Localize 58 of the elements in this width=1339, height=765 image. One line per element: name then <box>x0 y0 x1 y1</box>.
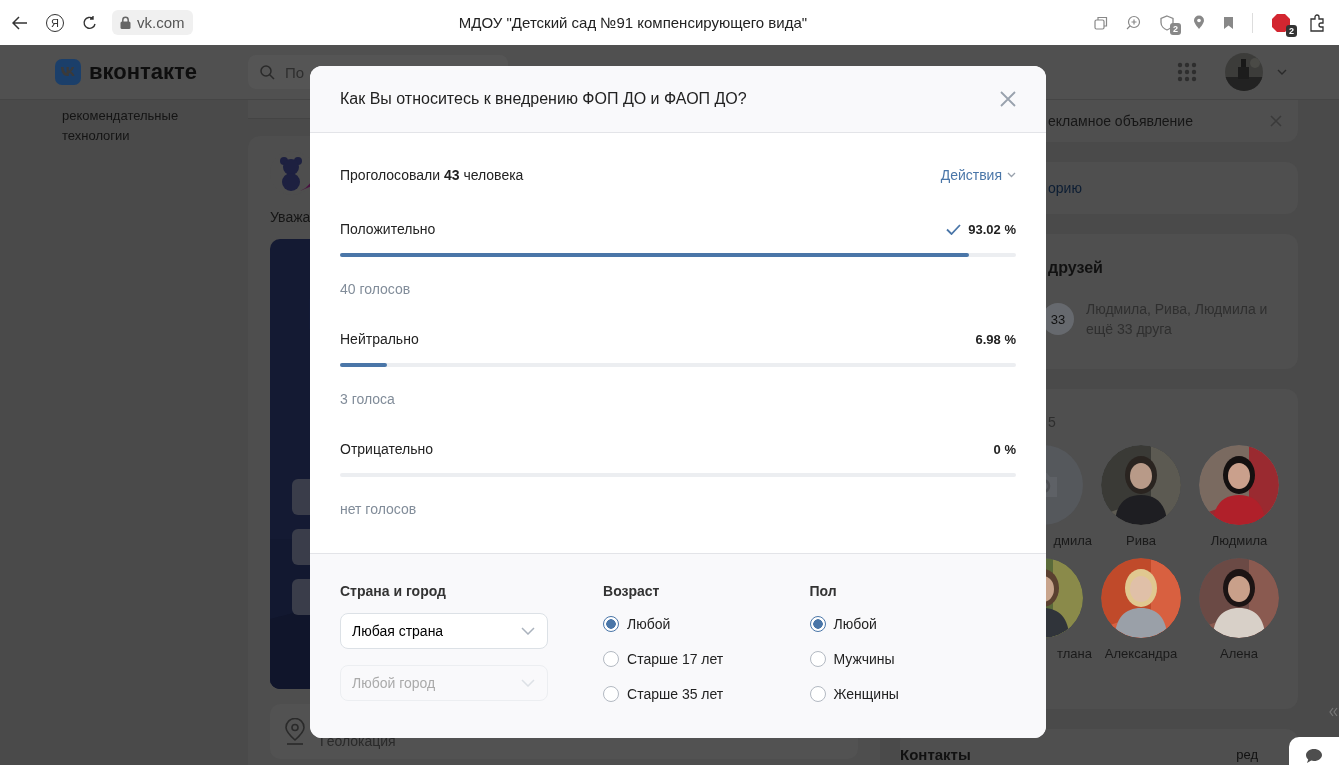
count-badge: 2 <box>1170 22 1181 35</box>
radio-button[interactable] <box>809 616 826 632</box>
ad-label: екламное объявление <box>1047 113 1193 129</box>
radio-button[interactable] <box>809 686 826 702</box>
caret-icon <box>1007 172 1016 178</box>
page-title: МДОУ "Детский сад №91 компенсирующего вида" <box>457 14 809 31</box>
location-pin-icon <box>284 717 306 746</box>
card-title: Контакты <box>900 747 971 765</box>
close-icon[interactable] <box>1000 91 1016 107</box>
post-text: Уважа <box>270 209 312 225</box>
shield-icon[interactable] <box>1159 14 1175 31</box>
bookmark-icon[interactable] <box>1223 15 1234 30</box>
answer-percent: 6.98 % <box>975 331 1016 347</box>
radio-button[interactable] <box>809 651 826 667</box>
chevron-down-icon <box>521 627 535 635</box>
search-icon <box>260 64 275 80</box>
copy-icon[interactable] <box>1094 15 1108 30</box>
radio-option[interactable]: Старше 17 лет <box>603 646 724 672</box>
radio-option[interactable]: Мужчины <box>809 646 895 672</box>
edit-link[interactable]: ред <box>1236 747 1258 765</box>
answer-label: Отрицательно <box>340 441 433 457</box>
answer-percent: 93.02 % <box>968 221 1016 237</box>
location-pin-icon[interactable] <box>1193 15 1205 30</box>
radio-button[interactable] <box>603 616 620 632</box>
radio-button[interactable] <box>603 686 620 702</box>
address-field[interactable]: vk.com <box>112 10 193 35</box>
dropdown-field[interactable]: Любая страна <box>340 613 548 649</box>
filter-title: Пол <box>809 583 838 599</box>
radio-button[interactable] <box>603 651 620 667</box>
vote-count[interactable]: нет голосов <box>340 501 417 517</box>
extensions-icon[interactable] <box>1309 13 1327 32</box>
speech-bubble-icon <box>1305 748 1323 764</box>
apps-grid-icon[interactable] <box>1177 62 1197 82</box>
filter-title: Страна и город <box>340 583 447 599</box>
vote-count[interactable]: 40 голосов <box>340 281 411 297</box>
dialog-title: Как Вы относитесь к внедрению ФОП ДО и ФАОП ДО? <box>340 90 747 108</box>
vote-summary: Проголосовали 43 человека <box>340 167 524 183</box>
stop-sign-icon[interactable] <box>1271 12 1291 33</box>
logo-text[interactable]: вконтакте <box>89 59 197 85</box>
answer-label: Нейтрально <box>340 331 419 347</box>
filter-title: Возраст <box>603 583 661 599</box>
lock-icon <box>120 16 131 29</box>
vote-count[interactable]: 3 голоса <box>340 391 395 407</box>
actions-dropdown[interactable]: Действия <box>940 167 1016 183</box>
double-chevron-icon[interactable] <box>1329 707 1338 717</box>
radio-option[interactable]: Женщины <box>809 681 899 707</box>
answer-percent: 0 % <box>993 441 1016 457</box>
card-title: друзей <box>1047 259 1104 277</box>
radio-option[interactable]: Любой <box>603 611 671 637</box>
chevron-down-icon <box>521 679 535 687</box>
back-icon[interactable] <box>12 15 28 30</box>
caret-icon[interactable] <box>1277 69 1287 75</box>
radio-option[interactable]: Старше 35 лет <box>603 681 724 707</box>
zoom-icon[interactable] <box>1126 15 1141 30</box>
reload-icon[interactable] <box>82 14 98 31</box>
radio-option[interactable]: Любой <box>809 611 877 637</box>
answer-label: Положительно <box>340 221 436 237</box>
logo-icon <box>55 59 81 85</box>
